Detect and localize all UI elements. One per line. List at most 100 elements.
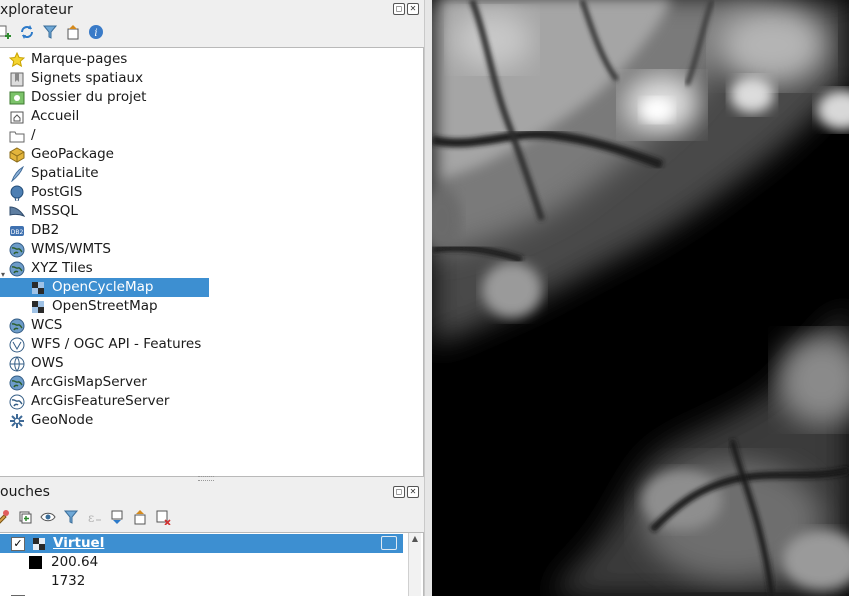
filter-icon[interactable] xyxy=(63,509,79,525)
tree-item-root[interactable]: / xyxy=(9,126,36,145)
add-icon[interactable] xyxy=(0,24,12,40)
layers-tree[interactable]: ✓ Virtuel 200.64 1732 ▲ xyxy=(0,532,424,596)
tree-item-wcs[interactable]: WCS xyxy=(9,316,62,335)
collapse-all-icon[interactable] xyxy=(132,509,148,525)
scroll-up-icon[interactable]: ▲ xyxy=(409,533,421,545)
layer-name: Virtuel xyxy=(53,535,105,551)
browser-tree[interactable]: Marque-pages Signets spatiaux Dossier du… xyxy=(0,47,424,477)
tree-item-spatial-bookmarks[interactable]: Signets spatiaux xyxy=(9,69,143,88)
svg-text:DB2: DB2 xyxy=(11,229,24,236)
close-icon[interactable]: ✕ xyxy=(407,486,419,498)
tiles-icon xyxy=(30,280,46,296)
refresh-icon[interactable] xyxy=(19,24,35,40)
raster-layer-icon xyxy=(31,536,47,552)
globe-icon xyxy=(9,242,25,258)
expand-arrow-icon[interactable]: ▾ xyxy=(1,265,7,279)
tree-item-project-folder[interactable]: Dossier du projet xyxy=(9,88,146,107)
tree-item-label: SpatiaLite xyxy=(31,165,99,181)
legend-min-label: 200.64 xyxy=(51,554,99,570)
tree-item-bookmarks[interactable]: Marque-pages xyxy=(8,50,128,69)
float-icon[interactable]: ◻ xyxy=(393,486,405,498)
layer-row-virtuel[interactable]: ✓ Virtuel xyxy=(0,534,403,553)
tree-item-label: PostGIS xyxy=(31,184,83,200)
svg-text:i: i xyxy=(94,28,97,39)
postgis-icon xyxy=(9,185,25,201)
layers-panel-title: ouches xyxy=(0,484,50,500)
tree-item-geopackage[interactable]: GeoPackage xyxy=(9,145,114,164)
globe-icon xyxy=(9,337,25,353)
add-group-icon[interactable] xyxy=(17,509,33,525)
collapse-all-icon[interactable] xyxy=(65,24,81,40)
geonode-icon xyxy=(9,413,25,429)
tree-item-label: WCS xyxy=(31,317,63,333)
tree-item-label: Signets spatiaux xyxy=(31,70,144,86)
tree-item-label: WFS / OGC API - Features xyxy=(31,336,202,352)
tree-item-label: XYZ Tiles xyxy=(31,260,93,276)
tree-item-wfs[interactable]: WFS / OGC API - Features xyxy=(9,335,201,354)
tiles-icon xyxy=(30,299,46,315)
bookmark-icon xyxy=(9,71,25,87)
explorer-panel-title: xplorateur xyxy=(0,2,73,18)
spatialite-icon xyxy=(9,165,25,182)
tree-item-geonode[interactable]: GeoNode xyxy=(9,411,93,430)
tree-item-mssql[interactable]: MSSQL xyxy=(9,202,78,221)
tree-item-label: DB2 xyxy=(31,222,60,238)
expand-all-icon[interactable] xyxy=(109,509,125,525)
remove-layer-icon[interactable] xyxy=(155,509,171,526)
tree-item-label: OWS xyxy=(31,355,64,371)
style-icon[interactable] xyxy=(0,509,10,525)
tree-item-label: ArcGisMapServer xyxy=(31,374,147,390)
mssql-icon xyxy=(9,204,26,220)
eye-icon[interactable] xyxy=(40,509,56,525)
project-folder-icon xyxy=(9,90,25,106)
expression-icon[interactable]: ε xyxy=(86,509,102,525)
close-icon[interactable]: ✕ xyxy=(407,3,419,15)
float-icon[interactable]: ◻ xyxy=(393,3,405,15)
tree-item-label: WMS/WMTS xyxy=(31,241,111,257)
layers-scrollbar[interactable]: ▲ xyxy=(408,533,421,596)
layer-visibility-checkbox[interactable]: ✓ xyxy=(11,536,25,551)
globe-icon xyxy=(9,261,25,277)
star-icon xyxy=(8,51,26,68)
info-icon[interactable]: i xyxy=(88,24,104,40)
layer-embedded-widget-icon[interactable] xyxy=(381,536,397,550)
tree-item-label: / xyxy=(31,127,36,143)
tree-item-xyz-tiles[interactable]: ▾ XYZ Tiles xyxy=(1,259,93,279)
left-dock: xplorateur ◻ ✕ i Marque-pages Signets sp… xyxy=(0,0,429,596)
panel-resize-handle[interactable] xyxy=(198,476,214,481)
legend-max-label: 1732 xyxy=(51,573,86,589)
legend-swatch-black xyxy=(29,556,42,569)
folder-icon xyxy=(9,128,25,144)
db2-icon: DB2 xyxy=(9,223,25,239)
tree-item-label: GeoPackage xyxy=(31,146,114,162)
tree-item-label: Marque-pages xyxy=(31,51,128,67)
home-icon xyxy=(9,109,25,125)
layer-row-partial[interactable] xyxy=(11,592,45,596)
layers-window-buttons: ◻ ✕ xyxy=(393,486,419,498)
globe-icon xyxy=(9,318,25,334)
tree-item-postgis[interactable]: PostGIS xyxy=(9,183,82,202)
tree-item-label: Accueil xyxy=(31,108,80,124)
tree-item-opencyclemap[interactable]: OpenCycleMap xyxy=(0,278,209,297)
legend-item-max: 1732 xyxy=(51,572,85,591)
tree-item-wms[interactable]: WMS/WMTS xyxy=(9,240,111,259)
tree-item-home[interactable]: Accueil xyxy=(9,107,79,126)
globe-icon xyxy=(9,375,25,391)
tree-item-openstreetmap[interactable]: OpenStreetMap xyxy=(30,297,158,316)
map-canvas[interactable] xyxy=(432,0,849,596)
legend-item-min: 200.64 xyxy=(29,553,98,572)
explorer-window-buttons: ◻ ✕ xyxy=(393,3,419,15)
explorer-toolbar: i xyxy=(0,22,104,42)
tree-item-db2[interactable]: DB2 DB2 xyxy=(9,221,59,240)
tree-item-spatialite[interactable]: SpatiaLite xyxy=(9,164,99,183)
tree-item-label: OpenCycleMap xyxy=(52,279,154,295)
tree-item-ows[interactable]: OWS xyxy=(9,354,64,373)
globe-icon xyxy=(9,394,25,410)
filter-icon[interactable] xyxy=(42,24,58,40)
tree-item-arcgis-featureserver[interactable]: ArcGisFeatureServer xyxy=(9,392,169,411)
tree-item-label: OpenStreetMap xyxy=(52,298,158,314)
layers-toolbar: ε xyxy=(0,507,171,527)
tree-item-label: MSSQL xyxy=(31,203,78,219)
tree-item-arcgis-mapserver[interactable]: ArcGisMapServer xyxy=(9,373,147,392)
svg-text:ε: ε xyxy=(88,511,94,525)
